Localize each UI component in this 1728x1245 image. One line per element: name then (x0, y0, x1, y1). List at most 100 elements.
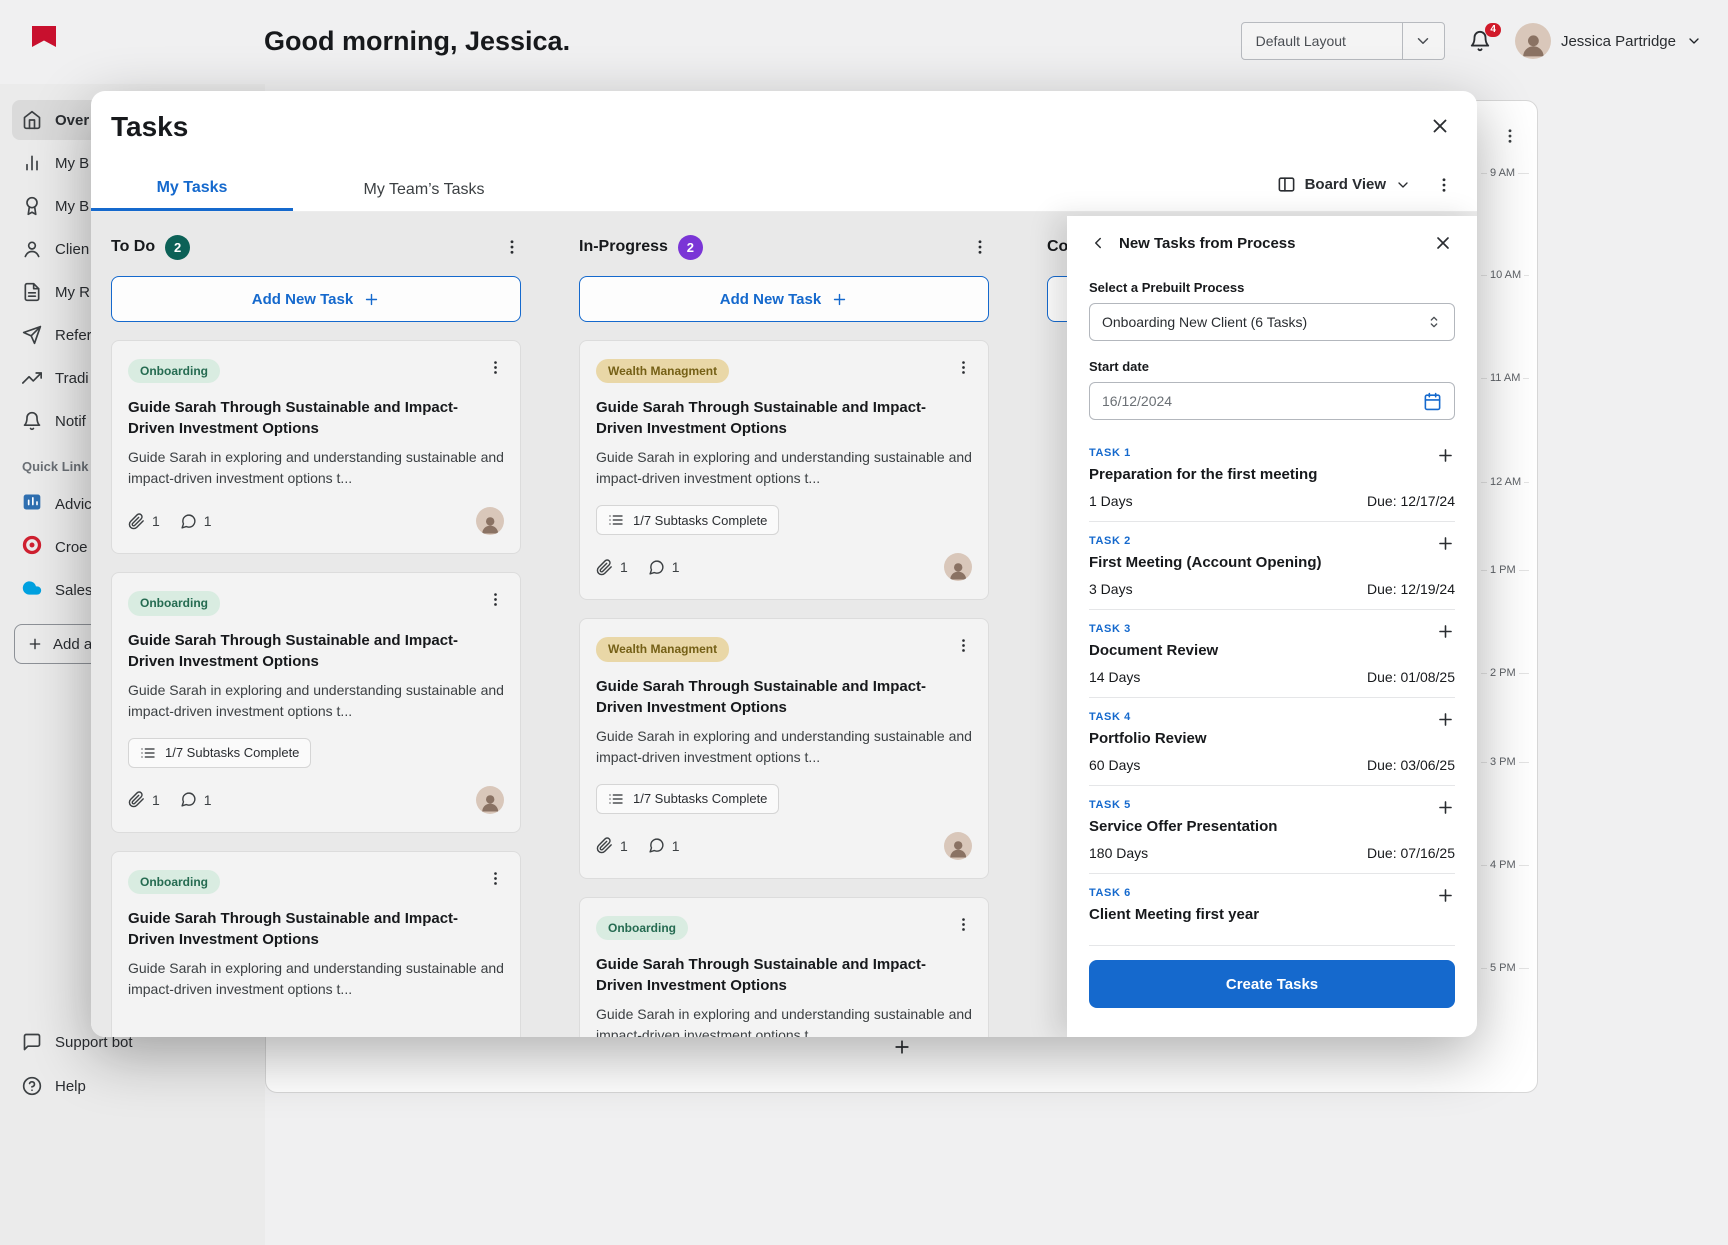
card-kebab-menu[interactable] (487, 359, 504, 376)
comments-count: 1 (180, 513, 212, 530)
card-description: Guide Sarah in exploring and understandi… (128, 681, 504, 719)
tasks-modal: Tasks My Tasks My Team’s Tasks Board Vie… (91, 91, 1477, 1037)
prebuilt-process-select[interactable]: Onboarding New Client (6 Tasks) (1089, 303, 1455, 341)
task-number: TASK 4 (1089, 711, 1131, 723)
tag-wealth-management: Wealth Managment (596, 359, 730, 384)
card-description: Guide Sarah in exploring and understandi… (596, 449, 972, 487)
help-button[interactable]: Help (22, 1076, 86, 1096)
add-task-icon[interactable] (1436, 710, 1455, 729)
task-card[interactable]: Wealth Managment Guide Sarah Through Sus… (579, 340, 989, 601)
back-button[interactable] (1089, 234, 1107, 252)
card-title: Guide Sarah Through Sustainable and Impa… (128, 399, 459, 438)
modal-kebab-menu[interactable] (1435, 176, 1453, 194)
bar-chart-icon (22, 153, 42, 173)
add-new-task-button[interactable]: Add New Task (111, 276, 521, 322)
task-card[interactable]: Onboarding Guide Sarah Through Sustainab… (111, 850, 521, 1037)
add-new-task-button[interactable]: Add New Task (579, 276, 989, 322)
plus-icon (831, 291, 848, 308)
card-title: Guide Sarah Through Sustainable and Impa… (596, 677, 927, 716)
notifications-button[interactable]: 4 (1469, 23, 1501, 52)
task-card[interactable]: Onboarding Guide Sarah Through Sustainab… (111, 340, 521, 555)
subtasks-chip[interactable]: 1/7 Subtasks Complete (596, 505, 780, 536)
card-kebab-menu[interactable] (487, 870, 504, 887)
chevron-down-icon (1395, 177, 1411, 193)
board-view-select[interactable]: Board View (1277, 175, 1411, 194)
user-menu[interactable]: Jessica Partridge (1514, 23, 1702, 59)
add-task-label: Add New Task (719, 290, 822, 308)
home-icon (22, 110, 42, 130)
assignee-avatar (476, 785, 504, 814)
task-days: 14 Days (1089, 669, 1141, 685)
time-label: 4 PM (1487, 859, 1519, 871)
task-days: 60 Days (1089, 757, 1141, 773)
tasks-tabs: My Tasks My Team’s Tasks (91, 168, 1477, 212)
task-number: TASK 2 (1089, 535, 1131, 547)
tag-onboarding: Onboarding (128, 591, 220, 616)
task-card[interactable]: Onboarding Guide Sarah Through Sustainab… (111, 572, 521, 833)
time-label: 3 PM (1487, 756, 1519, 768)
monitor-icon (22, 492, 42, 516)
sidebar-item-label: Notif (55, 412, 86, 430)
add-task-icon[interactable] (1436, 622, 1455, 641)
process-task-row: TASK 5 Service Offer Presentation 180 Da… (1089, 786, 1455, 874)
start-date-input[interactable] (1102, 393, 1423, 409)
attachments-count: 1 (596, 837, 628, 854)
time-label: 12 AM (1487, 476, 1525, 488)
card-kebab-menu[interactable] (955, 916, 972, 933)
app-header: Good morning, Jessica. Default Layout 4 … (0, 0, 1728, 84)
task-number: TASK 1 (1089, 447, 1131, 459)
add-task-icon[interactable] (1436, 886, 1455, 905)
column-in-progress: In-Progress 2 Add New Task Wealth Managm… (579, 234, 989, 1037)
tab-my-tasks[interactable]: My Tasks (91, 168, 293, 211)
modal-close-button[interactable] (1429, 115, 1451, 137)
start-date-field[interactable] (1089, 382, 1455, 420)
column-kebab-menu[interactable] (971, 238, 989, 256)
layout-select[interactable]: Default Layout (1240, 22, 1445, 60)
task-card[interactable]: Wealth Managment Guide Sarah Through Sus… (579, 618, 989, 879)
comment-icon (180, 513, 197, 530)
column-title: In-Progress (579, 238, 668, 255)
process-select-value: Onboarding New Client (6 Tasks) (1102, 314, 1308, 330)
create-tasks-button[interactable]: Create Tasks (1089, 960, 1455, 1008)
time-label: 9 AM (1487, 167, 1519, 179)
chevron-down-icon[interactable] (1401, 23, 1444, 59)
card-description: Guide Sarah in exploring and understandi… (128, 449, 504, 487)
add-task-icon[interactable] (1436, 446, 1455, 465)
subtasks-chip[interactable]: 1/7 Subtasks Complete (596, 783, 780, 814)
help-label: Help (55, 1077, 86, 1095)
panel-close-button[interactable] (1433, 233, 1453, 253)
column-count-badge: 2 (677, 234, 703, 260)
card-kebab-menu[interactable] (955, 359, 972, 376)
task-title: Preparation for the first meeting (1089, 466, 1318, 483)
column-todo: To Do 2 Add New Task Onboarding Guide Sa… (111, 234, 521, 1037)
task-card[interactable]: Onboarding Guide Sarah Through Sustainab… (579, 896, 989, 1037)
calendar-icon[interactable] (1423, 392, 1442, 411)
time-label: 5 PM (1487, 962, 1519, 974)
subtasks-chip[interactable]: 1/7 Subtasks Complete (128, 737, 312, 768)
paperclip-icon (128, 513, 145, 530)
task-number: TASK 6 (1089, 887, 1131, 899)
chat-icon (22, 1032, 42, 1052)
new-tasks-from-process-panel: New Tasks from Process Select a Prebuilt… (1067, 216, 1477, 1037)
task-days: 3 Days (1089, 581, 1133, 597)
column-kebab-menu[interactable] (503, 238, 521, 256)
task-title: First Meeting (Account Opening) (1089, 554, 1322, 571)
board-view-icon (1277, 175, 1296, 194)
add-task-icon[interactable] (1436, 534, 1455, 553)
card-title: Guide Sarah Through Sustainable and Impa… (596, 399, 927, 438)
task-days: 180 Days (1089, 845, 1149, 861)
modal-title: Tasks (111, 111, 189, 142)
tag-onboarding: Onboarding (128, 869, 220, 895)
board-view-label: Board View (1304, 176, 1386, 193)
target-icon (22, 535, 42, 559)
add-task-icon[interactable] (1436, 798, 1455, 817)
task-due: Due: 07/16/25 (1367, 845, 1455, 861)
card-kebab-menu[interactable] (955, 637, 972, 654)
process-task-row: TASK 3 Document Review 14 Days Due: 01/0… (1089, 610, 1455, 698)
kebab-menu-icon[interactable] (1501, 127, 1519, 145)
process-task-row: TASK 6 Client Meeting first year (1089, 874, 1455, 946)
card-kebab-menu[interactable] (487, 591, 504, 608)
column-count-badge: 2 (165, 234, 191, 260)
add-button-label: Add a (53, 635, 93, 653)
tab-my-teams-tasks[interactable]: My Team’s Tasks (293, 168, 555, 211)
